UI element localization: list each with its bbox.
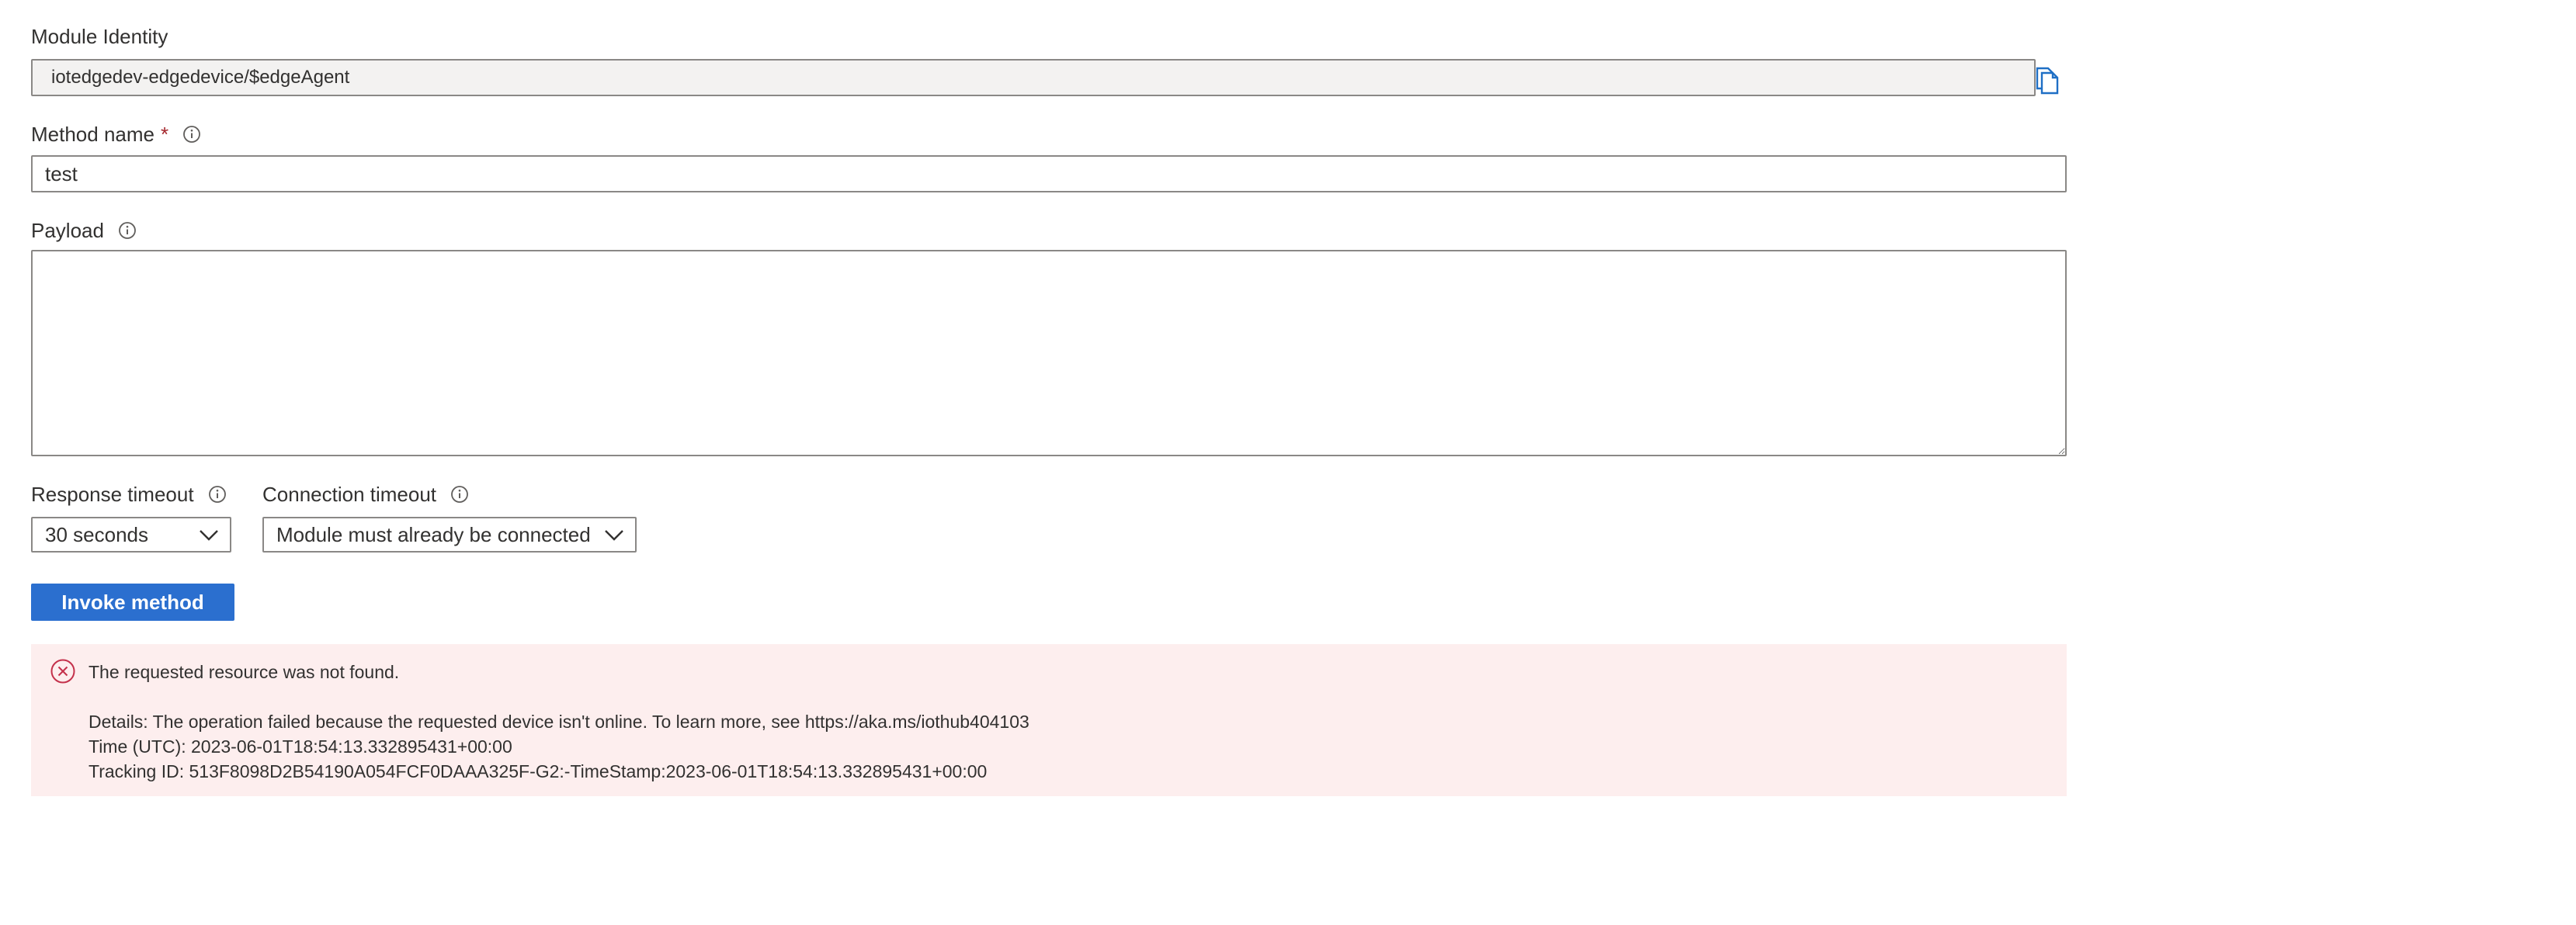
payload-textarea[interactable] [31, 250, 2067, 456]
module-identity-label: Module Identity [31, 23, 168, 50]
copy-icon [2036, 67, 2059, 95]
connection-timeout-label-text: Connection timeout [262, 483, 437, 506]
payload-label: Payload [31, 217, 137, 244]
module-identity-label-text: Module Identity [31, 25, 168, 48]
info-icon[interactable] [118, 221, 137, 240]
response-timeout-label-text: Response timeout [31, 483, 194, 506]
error-title: The requested resource was not found. [89, 662, 400, 682]
connection-timeout-label: Connection timeout [262, 481, 469, 508]
info-icon[interactable] [208, 485, 227, 504]
response-timeout-label: Response timeout [31, 481, 227, 508]
error-details-line: Details: The operation failed because th… [89, 712, 1029, 732]
payload-label-text: Payload [31, 219, 104, 242]
direct-method-form: Module Identity iotedgedev-edgedevice/$e… [0, 0, 2576, 925]
error-message-bar: The requested resource was not found. De… [31, 644, 2067, 796]
response-timeout-selected: 30 seconds [45, 522, 148, 546]
module-identity-value: iotedgedev-edgedevice/$edgeAgent [51, 67, 350, 88]
error-time-line: Time (UTC): 2023-06-01T18:54:13.33289543… [89, 736, 512, 757]
method-name-value: test [45, 161, 78, 185]
chevron-down-icon [200, 530, 218, 541]
required-indicator: * [160, 123, 169, 146]
method-name-input[interactable]: test [31, 155, 2067, 192]
response-timeout-dropdown[interactable]: 30 seconds [31, 517, 231, 553]
method-name-label-text: Method name [31, 123, 154, 146]
invoke-method-button[interactable]: Invoke method [31, 584, 234, 621]
copy-button[interactable] [2033, 64, 2060, 95]
info-icon[interactable] [182, 125, 201, 144]
method-name-label: Method name * [31, 121, 201, 147]
error-circle-icon [50, 659, 75, 684]
module-identity-field[interactable]: iotedgedev-edgedevice/$edgeAgent [31, 59, 2036, 96]
connection-timeout-dropdown[interactable]: Module must already be connected [262, 517, 637, 553]
error-details: Details: The operation failed because th… [89, 709, 1029, 784]
error-tracking-line: Tracking ID: 513F8098D2B54190A054FCF0DAA… [89, 761, 988, 781]
connection-timeout-selected: Module must already be connected [276, 522, 591, 546]
chevron-down-icon [605, 530, 623, 541]
info-icon[interactable] [450, 485, 469, 504]
